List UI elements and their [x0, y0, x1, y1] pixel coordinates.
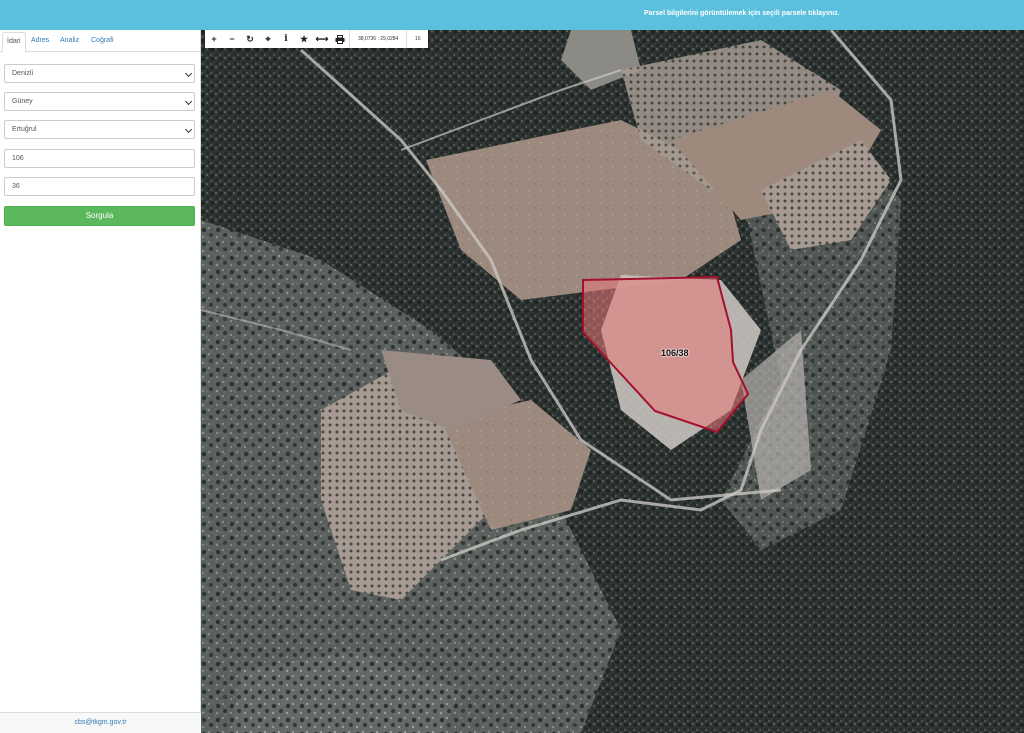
tab-analiz[interactable]: Analiz: [56, 32, 83, 52]
district-value: Güney: [12, 98, 33, 105]
plus-icon: +: [211, 34, 217, 44]
measure-button[interactable]: ⟷: [313, 30, 331, 48]
chevron-down-icon: [184, 69, 193, 78]
print-icon: [335, 34, 345, 44]
coordinate-readout: 38,0736 : 29,0284: [349, 30, 406, 48]
neighborhood-select[interactable]: Ertuğrul: [4, 120, 195, 139]
map-toolbar: + − ↻ ⌖ i ★ ⟷ 38,0736 : 29,0284 16: [205, 30, 429, 48]
tab-idari[interactable]: İdari: [2, 32, 26, 53]
map-view[interactable]: [201, 30, 1024, 733]
province-select[interactable]: Denizli: [4, 64, 195, 83]
sidebar: İdari Adres Analiz Coğrafi Denizli Güney…: [0, 30, 201, 733]
zoom-level-readout: 16: [406, 30, 428, 48]
locate-button[interactable]: ⌖: [259, 30, 277, 48]
parcel-value: 36: [12, 183, 20, 190]
favorite-button[interactable]: ★: [295, 30, 313, 48]
info-message: Parsel bilgilerini görüntülemek için seç…: [644, 10, 840, 17]
zoom-in-button[interactable]: +: [205, 30, 223, 48]
measure-icon: ⟷: [315, 33, 329, 44]
top-bar: Parsel bilgilerini görüntülemek için seç…: [0, 0, 1024, 30]
block-value: 106: [12, 155, 24, 162]
crosshair-icon: ⌖: [265, 33, 271, 44]
parcel-label: 106/38: [661, 348, 689, 358]
tab-bar: İdari Adres Analiz Coğrafi: [0, 30, 200, 53]
refresh-icon: ↻: [246, 33, 254, 44]
refresh-button[interactable]: ↻: [241, 30, 259, 48]
star-icon: ★: [299, 33, 309, 44]
zoom-out-button[interactable]: −: [223, 30, 241, 48]
province-value: Denizli: [12, 70, 34, 77]
tab-cografi[interactable]: Coğrafi: [87, 32, 118, 52]
tab-adres[interactable]: Adres: [27, 32, 53, 52]
print-button[interactable]: [331, 30, 349, 48]
block-input[interactable]: 106: [4, 149, 195, 168]
chevron-down-icon: [184, 97, 193, 106]
chevron-down-icon: [184, 125, 193, 134]
satellite-imagery: [201, 30, 1024, 733]
minus-icon: −: [229, 34, 235, 44]
info-icon: i: [284, 34, 288, 44]
query-button[interactable]: Sorgula: [4, 206, 195, 226]
info-button[interactable]: i: [277, 30, 295, 48]
footer-email-link[interactable]: cbs@tkgm.gov.tr: [0, 712, 201, 733]
parcel-input[interactable]: 36: [4, 177, 195, 196]
district-select[interactable]: Güney: [4, 92, 195, 111]
neighborhood-value: Ertuğrul: [12, 126, 37, 133]
